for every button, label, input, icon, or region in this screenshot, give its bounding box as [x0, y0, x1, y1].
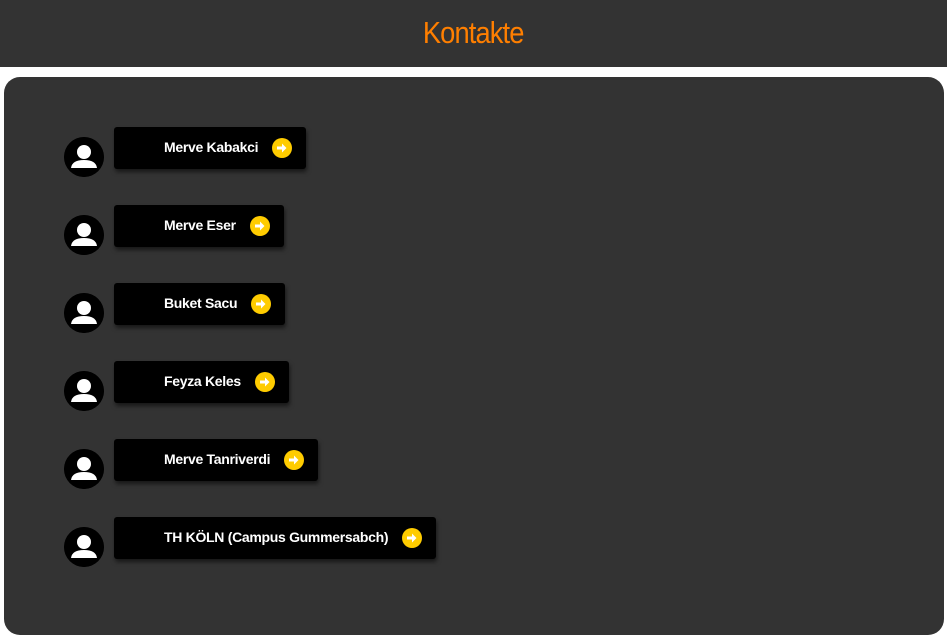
arrow-right-circle-icon: [254, 372, 275, 392]
contact-name: TH KÖLN (Campus Gummersabch): [164, 529, 389, 545]
person-silhouette-icon: [64, 215, 104, 255]
person-silhouette-icon: [64, 137, 104, 177]
contact-button[interactable]: Buket Sacu: [114, 283, 286, 325]
contact-button[interactable]: TH KÖLN (Campus Gummersabch): [114, 517, 437, 559]
arrow-right-circle-icon: [272, 138, 293, 158]
person-silhouette-icon: [64, 527, 104, 567]
arrow-right-circle-icon: [251, 294, 272, 314]
page-header: Kontakte: [0, 0, 947, 67]
contact-name: Merve Kabakci: [164, 139, 259, 155]
contact-name: Merve Tanriverdi: [164, 451, 271, 467]
contact-name: Buket Sacu: [164, 295, 238, 311]
contact-button[interactable]: Merve Eser: [114, 205, 284, 247]
contact-name: Merve Eser: [164, 217, 236, 233]
person-silhouette-icon: [64, 293, 104, 333]
arrow-right-circle-icon: [249, 216, 270, 236]
arrow-right-circle-icon: [284, 450, 305, 470]
contact-button[interactable]: Merve Tanriverdi: [114, 439, 319, 481]
contact-button[interactable]: Merve Kabakci: [114, 127, 307, 169]
contact-name: Feyza Keles: [164, 373, 241, 389]
arrow-right-circle-icon: [402, 528, 423, 548]
contact-button[interactable]: Feyza Keles: [114, 361, 289, 403]
person-silhouette-icon: [64, 371, 104, 411]
page-title: Kontakte: [423, 14, 525, 50]
person-silhouette-icon: [64, 449, 104, 489]
contacts-panel: Merve Kabakci Merve Eser Buket Sacu Feyz…: [4, 77, 944, 635]
